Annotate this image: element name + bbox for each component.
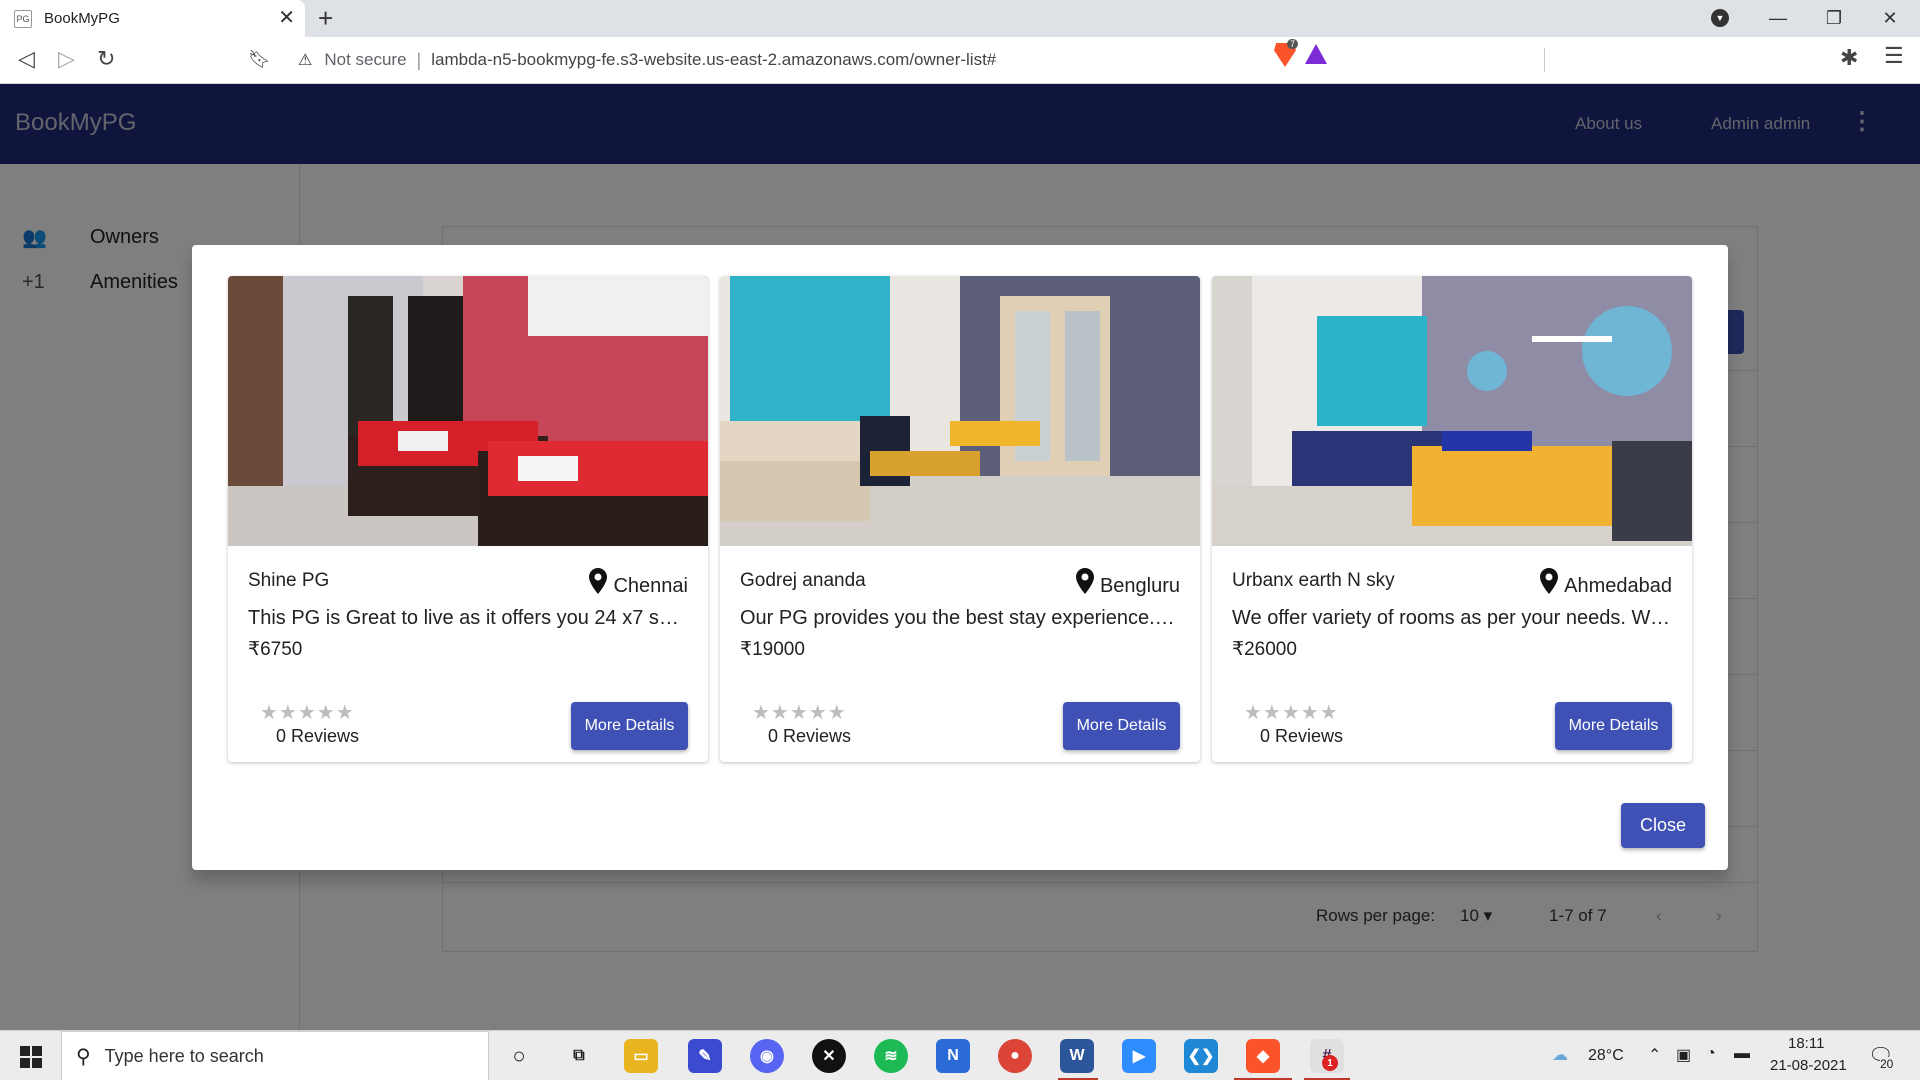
address-separator: | xyxy=(416,49,422,70)
discord-icon[interactable]: ◉ xyxy=(750,1039,784,1073)
clock-time[interactable]: 18:11 xyxy=(1788,1035,1824,1052)
pg-price: ₹19000 xyxy=(740,639,805,660)
slack-badge: 1 xyxy=(1322,1055,1338,1071)
mail-app-icon[interactable]: ✎ xyxy=(688,1039,722,1073)
site-favicon-icon: PG xyxy=(14,9,32,28)
tray-expand-icon[interactable]: ⌃ xyxy=(1648,1045,1661,1065)
reload-icon[interactable]: ↻ xyxy=(97,46,115,72)
windows-taskbar: ⚲ Type here to search ○ ⧉ ▭ ✎ ◉ ✕ ≋ N ● … xyxy=(0,1030,1920,1080)
weather-icon[interactable]: ☁ xyxy=(1552,1045,1568,1065)
pg-location: Ahmedabad xyxy=(1540,568,1672,597)
tab-close-icon[interactable]: ✕ xyxy=(278,7,295,29)
tab-search-icon[interactable]: ▼ xyxy=(1711,9,1729,27)
location-text: Ahmedabad xyxy=(1564,575,1672,597)
zoom-icon[interactable]: ▶ xyxy=(1122,1039,1156,1073)
window-close-icon[interactable]: ✕ xyxy=(1870,4,1910,32)
search-icon: ⚲ xyxy=(76,1045,91,1068)
tab-title: BookMyPG xyxy=(44,10,120,27)
pg-location: Chennai xyxy=(589,568,688,597)
back-icon[interactable]: ◁ xyxy=(18,46,35,72)
more-details-button[interactable]: More Details xyxy=(571,702,688,750)
spotify-icon[interactable]: ≋ xyxy=(874,1039,908,1073)
security-label: Not secure xyxy=(324,50,407,69)
notification-count: 20 xyxy=(1880,1057,1894,1071)
pg-list-dialog: Shine PG Chennai This PG is Great to liv… xyxy=(192,245,1728,870)
restore-icon[interactable]: ❐ xyxy=(1814,4,1854,32)
search-placeholder: Type here to search xyxy=(104,1045,264,1066)
chrome-icon[interactable]: ● xyxy=(998,1039,1032,1073)
location-pin-icon xyxy=(1075,568,1094,594)
pg-name: Urbanx earth N sky xyxy=(1232,570,1395,591)
pg-room-photo xyxy=(228,276,708,546)
xbox-icon[interactable]: ✕ xyxy=(812,1039,846,1073)
pg-price: ₹26000 xyxy=(1232,639,1297,660)
browser-tab[interactable]: PG BookMyPG ✕ xyxy=(0,0,305,37)
address-bar[interactable]: ⚠ Not secure | lambda-n5-bookmypg-fe.s3-… xyxy=(286,42,1634,78)
location-text: Chennai xyxy=(613,575,688,597)
word-icon[interactable]: W xyxy=(1060,1039,1094,1073)
more-details-button[interactable]: More Details xyxy=(1063,702,1180,750)
file-explorer-icon[interactable]: ▭ xyxy=(624,1039,658,1073)
star-rating[interactable]: ★★★★★ xyxy=(260,700,355,725)
pg-card: Shine PG Chennai This PG is Great to liv… xyxy=(228,276,708,762)
url-text: lambda-n5-bookmypg-fe.s3-website.us-east… xyxy=(431,50,997,69)
warning-icon: ⚠ xyxy=(298,52,313,69)
windows-start-icon[interactable] xyxy=(20,1046,42,1068)
review-count: 0 Reviews xyxy=(1260,726,1344,746)
star-rating[interactable]: ★★★★★ xyxy=(1244,700,1339,725)
pg-price: ₹6750 xyxy=(248,639,303,660)
wifi-icon[interactable]: ◔ xyxy=(1706,1045,1716,1063)
pg-description: We offer variety of rooms as per your ne… xyxy=(1232,607,1672,629)
pg-card: Godrej ananda Bengluru Our PG provides y… xyxy=(720,276,1200,762)
browser-menu-icon[interactable]: ☰ xyxy=(1884,43,1904,69)
pg-name: Godrej ananda xyxy=(740,570,866,591)
cortana-icon[interactable]: ○ xyxy=(502,1039,536,1073)
close-button[interactable]: Close xyxy=(1621,803,1705,848)
review-count: 0 Reviews xyxy=(276,726,360,746)
meet-now-icon[interactable]: ▣ xyxy=(1676,1045,1691,1065)
task-view-icon[interactable]: ⧉ xyxy=(562,1039,596,1073)
shield-count-badge: 7 xyxy=(1287,39,1299,49)
location-text: Bengluru xyxy=(1099,575,1180,597)
pg-location: Bengluru xyxy=(1075,568,1180,597)
location-pin-icon xyxy=(1540,568,1559,594)
review-count: 0 Reviews xyxy=(768,726,852,746)
pg-room-photo xyxy=(720,276,1200,546)
pg-room-photo xyxy=(1212,276,1692,546)
taskbar-search[interactable]: ⚲ Type here to search xyxy=(61,1031,489,1080)
browser-toolbar: ◁ ▷ ↻ 🔖︎ ⚠ Not secure | lambda-n5-bookmy… xyxy=(0,37,1920,84)
pg-card: Urbanx earth N sky Ahmedabad We offer va… xyxy=(1212,276,1692,762)
brave-rewards-icon[interactable] xyxy=(1305,44,1327,64)
vscode-icon[interactable]: ❮❯ xyxy=(1184,1039,1218,1073)
forward-icon[interactable]: ▷ xyxy=(58,46,75,72)
brave-browser-icon[interactable]: ◆ xyxy=(1246,1039,1280,1073)
pg-name: Shine PG xyxy=(248,570,330,591)
clock-date[interactable]: 21-08-2021 xyxy=(1770,1057,1847,1074)
location-pin-icon xyxy=(589,568,608,594)
temperature-text[interactable]: 28°C xyxy=(1588,1047,1624,1065)
battery-icon[interactable]: ▬ xyxy=(1734,1045,1750,1063)
pg-description: Our PG provides you the best stay experi… xyxy=(740,607,1180,629)
address-divider xyxy=(1544,48,1545,72)
star-rating[interactable]: ★★★★★ xyxy=(752,700,847,725)
new-tab-button[interactable]: + xyxy=(318,4,333,32)
notepad-app-icon[interactable]: N xyxy=(936,1039,970,1073)
extensions-puzzle-icon[interactable]: ✱ xyxy=(1840,45,1858,71)
minimize-icon[interactable]: — xyxy=(1758,4,1798,32)
more-details-button[interactable]: More Details xyxy=(1555,702,1672,750)
pg-description: This PG is Great to live as it offers yo… xyxy=(248,607,688,629)
bookmark-icon[interactable]: 🔖︎ xyxy=(248,46,271,72)
browser-tab-strip: PG BookMyPG ✕ + ▼ — ❐ ✕ xyxy=(0,0,1920,37)
